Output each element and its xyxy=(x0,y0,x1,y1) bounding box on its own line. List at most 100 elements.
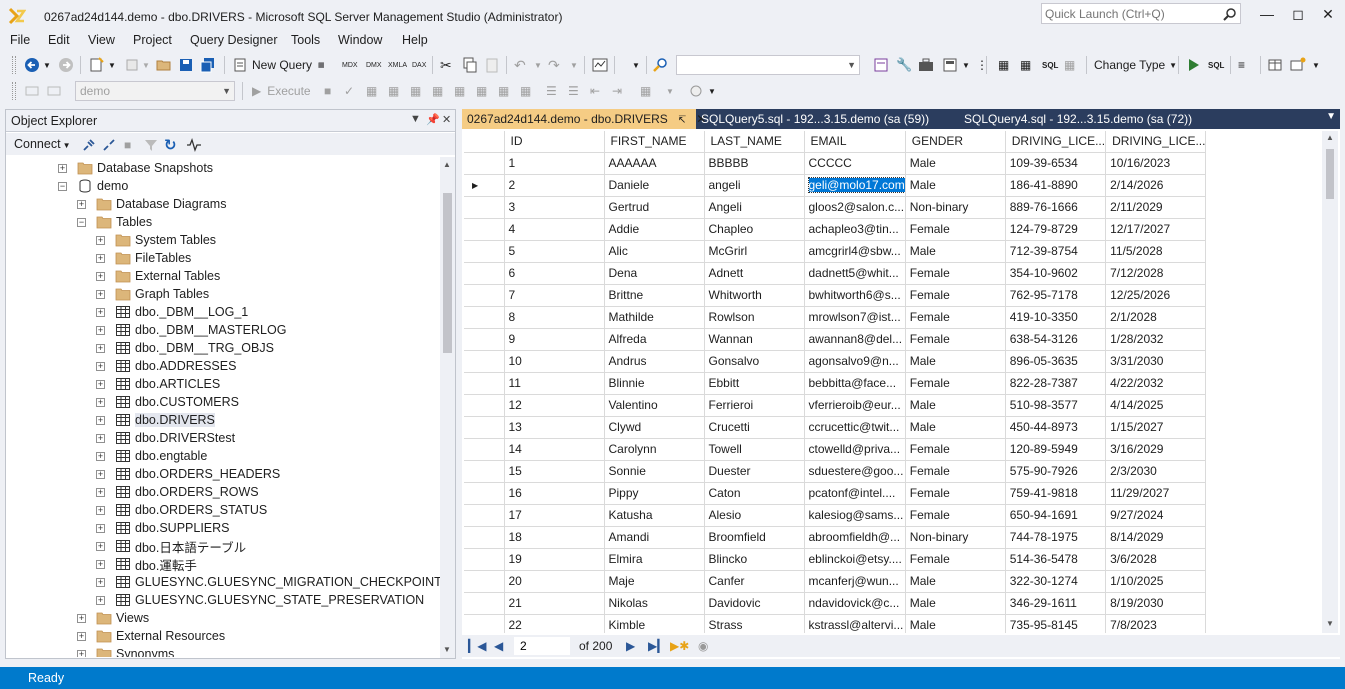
grid-cell[interactable]: 4/14/2025 xyxy=(1105,394,1207,417)
grid-cell[interactable]: CCCCC xyxy=(804,152,906,175)
grid-cell[interactable]: 2/1/2028 xyxy=(1105,306,1207,329)
grid-cell[interactable]: 354-10-9602 xyxy=(1005,262,1107,285)
row-selector[interactable] xyxy=(464,416,505,439)
show-criteria-pane-icon[interactable]: ▦ xyxy=(1020,56,1031,74)
table-row[interactable]: 8 Mathilde Rowlson mrowlson7@ist... Female 41… xyxy=(464,306,1207,329)
grid-cell[interactable]: Female xyxy=(905,284,1006,307)
row-selector[interactable] xyxy=(464,262,505,285)
xmla-query-icon[interactable]: XMLA xyxy=(388,56,407,74)
grid-cell[interactable]: 11/5/2028 xyxy=(1105,240,1207,263)
verify-sql-icon[interactable]: SQL xyxy=(1208,56,1224,74)
expand-icon[interactable]: + xyxy=(96,451,105,461)
grid-cell[interactable]: 762-95-7178 xyxy=(1005,284,1107,307)
grid-cell[interactable]: Female xyxy=(905,438,1006,461)
grid-cell[interactable]: ndavidovick@c... xyxy=(804,592,906,615)
toolbar-options-icon[interactable]: ▼ xyxy=(1312,56,1320,74)
chevron-down-icon[interactable]: ▼ xyxy=(108,56,116,74)
grid-cell[interactable]: 889-76-1666 xyxy=(1005,196,1107,219)
debug-icon[interactable] xyxy=(688,82,704,100)
activity-monitor-icon[interactable] xyxy=(186,136,202,154)
expand-icon[interactable]: + xyxy=(96,271,105,281)
grid-cell[interactable]: achapleo3@tin... xyxy=(804,218,906,241)
expand-icon[interactable]: + xyxy=(58,163,67,173)
panel-options-icon[interactable]: ▼ xyxy=(410,113,421,125)
grid-cell[interactable]: 896-05-3635 xyxy=(1005,350,1107,373)
menu-edit[interactable]: Edit xyxy=(48,33,70,47)
grid-cell[interactable]: 12 xyxy=(504,394,605,417)
dax-query-icon[interactable]: DAX xyxy=(412,56,426,74)
row-selector[interactable] xyxy=(464,548,505,571)
grid-cell[interactable]: bebbitta@face... xyxy=(804,372,906,395)
grid-cell[interactable]: 346-29-1611 xyxy=(1005,592,1107,615)
grid-cell[interactable]: Gonsalvo xyxy=(704,350,805,373)
grid-cell[interactable]: Strass xyxy=(704,614,805,633)
grid-cell[interactable]: 9 xyxy=(504,328,605,351)
row-selector[interactable] xyxy=(464,526,505,549)
grid-cell[interactable]: 12/25/2026 xyxy=(1105,284,1207,307)
row-selector[interactable] xyxy=(464,306,505,329)
tree-node[interactable]: + dbo.ADDRESSES xyxy=(96,357,236,375)
expand-icon[interactable]: + xyxy=(77,199,86,209)
grid-cell[interactable]: 15 xyxy=(504,460,605,483)
grid-cell[interactable]: geli@molo17.com xyxy=(804,174,906,197)
table-row[interactable]: 22 Kimble Strass kstrassl@altervi... Male 735… xyxy=(464,614,1207,633)
new-record-icon[interactable]: ▶✱ xyxy=(670,639,689,653)
grid-cell[interactable]: Towell xyxy=(704,438,805,461)
expand-icon[interactable]: + xyxy=(96,325,105,335)
menu-project[interactable]: Project xyxy=(133,33,172,47)
grid-cell[interactable]: Duester xyxy=(704,460,805,483)
find-combo[interactable]: ▼ xyxy=(676,55,860,75)
grid-cell[interactable]: 13 xyxy=(504,416,605,439)
tree-node[interactable]: + GLUESYNC.GLUESYNC_MIGRATION_CHECKPOINT xyxy=(96,573,440,591)
tree-node[interactable]: − demo xyxy=(58,177,128,195)
scroll-down-icon[interactable]: ▼ xyxy=(443,645,451,654)
tree-node[interactable]: + External Tables xyxy=(96,267,220,285)
grid-cell[interactable]: Male xyxy=(905,394,1006,417)
row-selector[interactable] xyxy=(464,614,505,633)
grid-cell[interactable]: Maje xyxy=(604,570,705,593)
mdx-query-icon[interactable]: MDX xyxy=(342,56,358,74)
grid-cell[interactable]: angeli xyxy=(704,174,805,197)
scroll-up-icon[interactable]: ▲ xyxy=(1326,133,1334,142)
grid-cell[interactable]: Blincko xyxy=(704,548,805,571)
row-selector[interactable] xyxy=(464,284,505,307)
grid-cell[interactable]: Canfer xyxy=(704,570,805,593)
grid-cell[interactable]: Male xyxy=(905,570,1006,593)
chevron-down-icon[interactable]: ▼ xyxy=(847,60,856,70)
column-header[interactable]: FIRST_NAME xyxy=(604,131,705,153)
grid-cell[interactable]: eblinckoi@etsy.... xyxy=(804,548,906,571)
tree-node[interactable]: + FileTables xyxy=(96,249,191,267)
grid-cell[interactable]: 11/29/2027 xyxy=(1105,482,1207,505)
grid-cell[interactable]: 5 xyxy=(504,240,605,263)
grid-cell[interactable]: Female xyxy=(905,548,1006,571)
grid-cell[interactable]: Caton xyxy=(704,482,805,505)
row-selector[interactable] xyxy=(464,218,505,241)
grid-cell[interactable]: Ebbitt xyxy=(704,372,805,395)
grid-cell[interactable]: 7 xyxy=(504,284,605,307)
registered-servers-icon[interactable] xyxy=(942,56,958,74)
table-row[interactable]: 12 Valentino Ferrieroi vferrieroib@eur... Ma… xyxy=(464,394,1207,417)
grid-cell[interactable]: vferrieroib@eur... xyxy=(804,394,906,417)
grid-cell[interactable]: Female xyxy=(905,262,1006,285)
grid-cell[interactable]: Broomfield xyxy=(704,526,805,549)
find-icon[interactable] xyxy=(652,56,668,74)
table-row[interactable]: 18 Amandi Broomfield abroomfieldh@... Non-bi… xyxy=(464,526,1207,549)
row-selector[interactable] xyxy=(464,196,505,219)
grid-cell[interactable]: 2/11/2029 xyxy=(1105,196,1207,219)
expand-icon[interactable]: + xyxy=(96,433,105,443)
tree-node[interactable]: + dbo.ARTICLES xyxy=(96,375,220,393)
grid-cell[interactable]: 744-78-1975 xyxy=(1005,526,1107,549)
grid-cell[interactable]: amcgrirl4@sbw... xyxy=(804,240,906,263)
tree-node[interactable]: + Synonyms xyxy=(77,645,174,657)
quick-launch[interactable] xyxy=(1041,3,1241,24)
tree-node[interactable]: + Views xyxy=(77,609,149,627)
tree-node[interactable]: + dbo.日本語テーブル xyxy=(96,537,246,555)
database-engine-query-icon[interactable]: ▦ xyxy=(318,56,325,74)
tree-node[interactable]: + dbo.ORDERS_HEADERS xyxy=(96,465,280,483)
grid-cell[interactable]: Davidovic xyxy=(704,592,805,615)
grid-cell[interactable]: 120-89-5949 xyxy=(1005,438,1107,461)
row-selector[interactable] xyxy=(464,394,505,417)
grid-scrollbar[interactable]: ▲ ▼ xyxy=(1322,131,1338,633)
activity-monitor-icon[interactable] xyxy=(592,56,608,74)
table-row[interactable]: 9 Alfreda Wannan awannan8@del... Female 638-5… xyxy=(464,328,1207,351)
